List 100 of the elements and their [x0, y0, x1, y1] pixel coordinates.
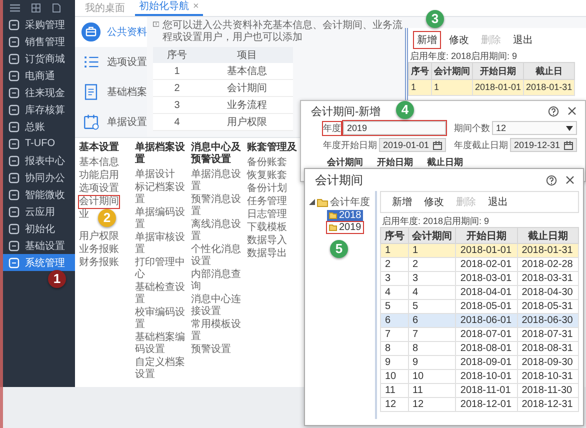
table-row[interactable]: 1 1 2018-01-01 2018-01-31 [408, 80, 575, 96]
tree-node[interactable]: 2019 [327, 222, 364, 233]
sidebar-item[interactable]: T-UFO [3, 135, 75, 152]
input-field[interactable]: 2019 [343, 121, 446, 135]
menu-item[interactable]: 常用模板设置 [191, 319, 245, 343]
column-header: 序号 [408, 62, 432, 80]
calendar-icon [433, 140, 442, 150]
menu-item[interactable]: 用户权限 [79, 231, 119, 243]
menu-item[interactable]: 预警消息设置 [191, 194, 245, 218]
menu-item[interactable]: 财务报账 [79, 257, 119, 269]
table-cell: 2018-08-31 [517, 342, 578, 356]
close-icon[interactable] [567, 106, 577, 116]
nav-item[interactable]: 基础档案 [75, 77, 147, 107]
sidebar-item[interactable]: 总账 [3, 118, 75, 135]
sidebar-item[interactable]: 云应用 [3, 203, 75, 220]
menu-item[interactable]: 数据导出 [247, 248, 287, 260]
input-field[interactable]: 12 [492, 121, 577, 135]
table-cell: 1 [153, 63, 202, 80]
close-icon[interactable] [565, 175, 575, 185]
menu-item[interactable]: 单据编码设置 [135, 207, 189, 231]
table-row[interactable]: 6 6 2018-06-01 2018-06-30 [380, 314, 578, 328]
menu-item[interactable]: 单据审核设置 [135, 232, 189, 256]
table-cell: 2018-04-30 [517, 286, 578, 300]
table-cell: 2018-10-31 [517, 370, 578, 384]
menu-icon[interactable] [9, 3, 21, 13]
menu-item[interactable]: 消息中心连接设置 [191, 294, 245, 318]
tree-node[interactable]: 会计年度 [309, 195, 375, 209]
column-header: 序号 [153, 47, 202, 63]
nav-item[interactable]: 公共资料 [75, 17, 147, 47]
help-icon[interactable] [546, 174, 557, 186]
input-field[interactable]: 2019-12-31 [510, 138, 577, 152]
nav-item[interactable]: 单据设置 [75, 107, 147, 137]
toolbar-button[interactable]: 新增 [414, 32, 440, 48]
table-row[interactable]: 11 11 2018-11-01 2018-11-30 [380, 384, 578, 398]
table-row[interactable]: 10 10 2018-10-01 2018-10-31 [380, 370, 578, 384]
table-row[interactable]: 7 7 2018-07-01 2018-07-31 [380, 328, 578, 342]
table-cell: 2018-11-01 [456, 384, 518, 398]
menu-item[interactable]: 功能启用 [79, 170, 119, 182]
menu-item[interactable]: 恢复账套 [247, 170, 287, 182]
sidebar-item[interactable]: 智能微收 [3, 186, 75, 203]
sidebar-item[interactable]: 报表中心 [3, 152, 75, 169]
sidebar-item[interactable]: 初始化 [3, 220, 75, 237]
sidebar-item[interactable]: 库存核算 [3, 101, 75, 118]
toolbar-button[interactable]: 修改 [446, 32, 472, 48]
menu-item[interactable]: 内部消息查询 [191, 269, 245, 293]
sidebar-item[interactable]: 往来现金 [3, 84, 75, 101]
tab[interactable]: 初始化导航 × [135, 0, 203, 16]
help-icon[interactable] [548, 106, 559, 116]
document-icon[interactable] [51, 3, 61, 13]
sidebar-item[interactable]: 系统管理 [3, 254, 75, 271]
menu-item[interactable]: 数据导入 [247, 235, 287, 247]
table-cell: 2018-01-01 [456, 244, 518, 258]
menu-item[interactable]: 预警设置 [191, 344, 231, 356]
toolbar-button[interactable]: 修改 [421, 194, 447, 210]
menu-item[interactable]: 标记档案设置 [135, 182, 189, 206]
toolbar-button[interactable]: 退出 [510, 32, 536, 48]
menu-item[interactable]: 备份计划 [247, 183, 287, 195]
table-row[interactable]: 4 4 2018-04-01 2018-04-30 [380, 286, 578, 300]
sidebar-item[interactable]: 采购管理 [3, 16, 75, 33]
table-cell: 2018-03-01 [456, 272, 518, 286]
toolbar-button[interactable]: 退出 [485, 194, 511, 210]
menu-item[interactable]: 打印管理中心 [135, 257, 189, 281]
menu-item[interactable]: 单据设计 [135, 169, 175, 181]
menu-item[interactable]: 单据消息设置 [191, 169, 245, 193]
sidebar-item[interactable]: 协同办公 [3, 169, 75, 186]
menu-item[interactable]: 日志管理 [247, 209, 287, 221]
sidebar-item[interactable]: 订货商城 [3, 50, 75, 67]
table-row[interactable]: 8 8 2018-08-01 2018-08-31 [380, 342, 578, 356]
menu-item[interactable]: 基本信息 [79, 157, 119, 169]
menu-item[interactable]: 校审编码设置 [135, 307, 189, 331]
menu-item[interactable]: 基础检查设置 [135, 282, 189, 306]
menu-item[interactable]: 业务报账 [79, 244, 119, 256]
menu-item[interactable]: 会计期间 [79, 196, 119, 208]
menu-item[interactable]: 离线消息设置 [191, 219, 245, 243]
notice-text: 您可以进入公共资料补充基本信息、会计期间、业务流程或设置用户，用户也可以添加 [162, 20, 403, 44]
table-cell: 2018-11-30 [517, 384, 578, 398]
menu-item[interactable]: 业 [79, 209, 89, 221]
menu-item[interactable]: 下载模板 [247, 222, 287, 234]
menu-item[interactable]: 基础档案编码设置 [135, 332, 189, 356]
toolbar-button[interactable]: 新增 [389, 194, 415, 210]
input-field[interactable]: 2019-01-01 [379, 138, 446, 152]
table-row[interactable]: 3 3 2018-03-01 2018-03-31 [380, 272, 578, 286]
column-header: 截止日期 [517, 228, 578, 244]
sidebar-item[interactable]: 基础设置 [3, 237, 75, 254]
table-row[interactable]: 2 2 2018-02-01 2018-02-28 [380, 258, 578, 272]
sidebar-item[interactable]: 电商通 [3, 67, 75, 84]
grid-icon[interactable] [31, 3, 41, 13]
tree-node[interactable]: 2018 [327, 210, 364, 221]
menu-item[interactable]: 个性化消息设置 [191, 244, 245, 268]
menu-item[interactable]: 任务管理 [247, 196, 287, 208]
menu-item[interactable]: 备份账套 [247, 157, 287, 169]
table-row[interactable]: 12 12 2018-12-01 2018-12-31 [380, 398, 578, 412]
sidebar-item[interactable]: 销售管理 [3, 33, 75, 50]
column-header: 截止日期 [427, 156, 463, 169]
menu-item[interactable]: 自定义档案设置 [135, 357, 189, 381]
table-row[interactable]: 1 1 2018-01-01 2018-01-31 [380, 244, 578, 258]
table-row[interactable]: 9 9 2018-09-01 2018-09-30 [380, 356, 578, 370]
nav-item[interactable]: 选项设置 [75, 47, 147, 77]
period-info: 启用年度: 2018启用期间: 9 [409, 50, 518, 62]
menu-item[interactable]: 选项设置 [79, 183, 119, 195]
